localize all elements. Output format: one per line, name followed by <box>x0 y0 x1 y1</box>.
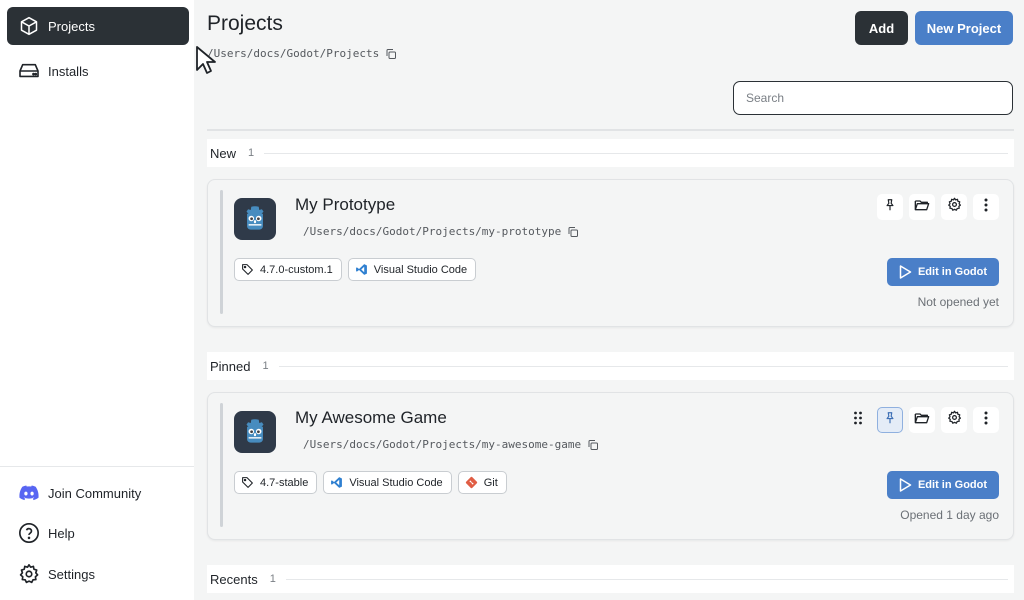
play-icon <box>899 265 912 279</box>
help-icon <box>18 522 40 544</box>
project-name: My Awesome Game <box>295 408 447 427</box>
git-icon <box>465 476 478 489</box>
section-count: 1 <box>262 360 269 372</box>
drag-handle-icon <box>853 411 863 430</box>
sidebar-item-join-community[interactable]: Join Community <box>7 474 189 512</box>
section-line <box>278 365 1008 367</box>
project-path: /Users/docs/Godot/Projects/my-awesome-ga… <box>303 438 599 451</box>
play-icon <box>899 478 912 492</box>
godot-icon <box>234 411 276 453</box>
sidebar-item-label: Help <box>48 525 75 541</box>
pin-icon <box>883 411 897 430</box>
project-path-text: /Users/docs/Godot/Projects/my-prototype <box>303 225 562 238</box>
section-count: 1 <box>269 573 276 585</box>
folder-icon <box>914 411 930 430</box>
more-options-button[interactable] <box>973 407 999 433</box>
projects-path-text: /Users/docs/Godot/Projects <box>207 47 380 60</box>
add-button[interactable]: Add <box>855 11 908 45</box>
copy-icon[interactable] <box>587 439 599 451</box>
sidebar-item-label: Settings <box>48 566 95 582</box>
new-project-button[interactable]: New Project <box>915 11 1013 45</box>
page-title: Projects <box>207 12 283 35</box>
tag-icon <box>241 476 254 489</box>
drive-icon <box>18 60 40 82</box>
unpin-button[interactable] <box>877 407 903 433</box>
vcs-tag[interactable]: Git <box>457 471 507 494</box>
project-actions <box>845 407 999 433</box>
divider <box>207 129 1014 131</box>
project-card-my-prototype[interactable]: My Prototype /Users/docs/Godot/Projects/… <box>207 179 1014 327</box>
pin-button[interactable] <box>877 194 903 220</box>
godot-icon <box>234 198 276 240</box>
tag-label: 4.7.0-custom.1 <box>260 263 333 276</box>
discord-icon <box>18 482 40 504</box>
section-label: Recents <box>210 571 258 587</box>
card-accent-bar <box>220 190 223 314</box>
project-card-my-awesome-game[interactable]: My Awesome Game /Users/docs/Godot/Projec… <box>207 392 1014 540</box>
gear-icon <box>947 197 962 217</box>
box-icon <box>18 15 40 37</box>
open-folder-button[interactable] <box>909 407 935 433</box>
section-label: Pinned <box>210 358 251 374</box>
section-header-pinned: Pinned 1 <box>207 352 1014 380</box>
folder-icon <box>914 198 930 217</box>
copy-icon[interactable] <box>385 48 397 60</box>
pin-icon <box>883 198 897 217</box>
editor-tag[interactable]: Visual Studio Code <box>347 258 477 281</box>
edit-in-godot-button[interactable]: Edit in Godot <box>887 258 999 286</box>
edit-in-godot-button[interactable]: Edit in Godot <box>887 471 999 499</box>
sidebar-divider <box>0 466 194 467</box>
last-opened: Not opened yet <box>917 295 999 309</box>
tag-icon <box>241 263 254 276</box>
project-settings-button[interactable] <box>941 407 967 433</box>
sidebar-item-projects[interactable]: Projects <box>7 7 189 45</box>
sidebar-item-help[interactable]: Help <box>7 514 189 552</box>
main-content: Projects /Users/docs/Godot/Projects Add … <box>194 0 1024 600</box>
more-options-button[interactable] <box>973 194 999 220</box>
editor-tag[interactable]: Visual Studio Code <box>323 471 452 494</box>
project-path: /Users/docs/Godot/Projects/my-prototype <box>303 225 579 238</box>
projects-path: /Users/docs/Godot/Projects <box>207 47 397 60</box>
sidebar: Projects Installs Join Community Help Se… <box>0 0 194 600</box>
tag-label: Visual Studio Code <box>349 476 443 489</box>
vscode-icon <box>355 263 368 276</box>
version-tag[interactable]: 4.7.0-custom.1 <box>234 258 342 281</box>
section-count: 1 <box>248 147 255 159</box>
card-accent-bar <box>220 403 223 527</box>
sidebar-item-label: Installs <box>48 63 89 79</box>
drag-handle[interactable] <box>845 407 871 433</box>
gear-icon <box>947 410 962 430</box>
section-header-new: New 1 <box>207 139 1014 167</box>
sidebar-item-settings[interactable]: Settings <box>7 555 189 593</box>
sidebar-item-installs[interactable]: Installs <box>7 52 189 90</box>
last-opened: Opened 1 day ago <box>900 508 999 522</box>
project-path-text: /Users/docs/Godot/Projects/my-awesome-ga… <box>303 438 582 451</box>
edit-button-label: Edit in Godot <box>917 479 988 491</box>
project-tags: 4.7-stable Visual Studio Code Git <box>234 471 507 494</box>
project-name: My Prototype <box>295 195 396 214</box>
open-folder-button[interactable] <box>909 194 935 220</box>
search-input[interactable] <box>733 81 1013 115</box>
tag-label: 4.7-stable <box>260 476 309 489</box>
gear-icon <box>18 563 40 585</box>
version-tag[interactable]: 4.7-stable <box>234 471 318 494</box>
section-line <box>285 578 1008 580</box>
project-tags: 4.7.0-custom.1 Visual Studio Code <box>234 258 477 281</box>
tag-label: Git <box>483 476 498 489</box>
mouse-cursor-icon <box>195 45 217 80</box>
project-settings-button[interactable] <box>941 194 967 220</box>
vscode-icon <box>330 476 343 489</box>
sidebar-item-label: Join Community <box>48 485 142 501</box>
tag-label: Visual Studio Code <box>373 263 468 276</box>
edit-button-label: Edit in Godot <box>917 266 988 278</box>
copy-icon[interactable] <box>567 226 579 238</box>
sidebar-item-label: Projects <box>48 18 95 34</box>
section-label: New <box>210 145 237 161</box>
section-line <box>264 152 1008 154</box>
kebab-icon <box>984 198 988 217</box>
kebab-icon <box>984 411 988 430</box>
project-actions <box>877 194 999 220</box>
section-header-recents: Recents 1 <box>207 565 1014 593</box>
